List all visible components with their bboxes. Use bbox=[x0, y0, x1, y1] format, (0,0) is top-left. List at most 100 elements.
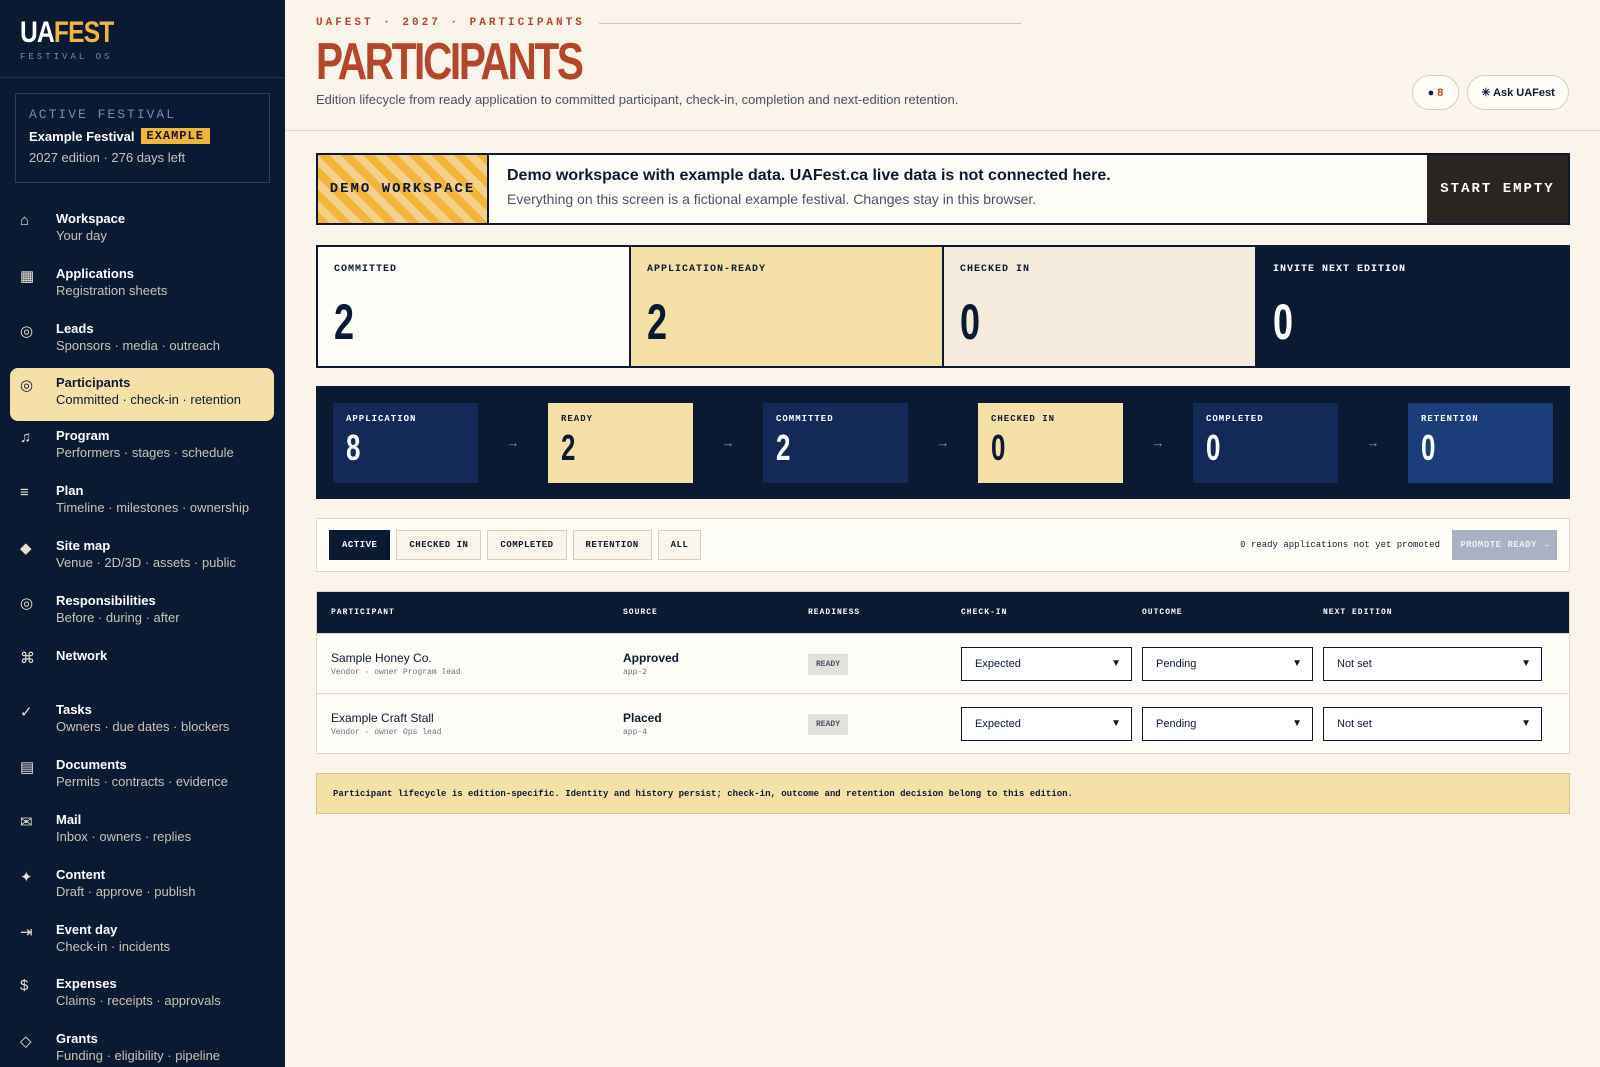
next-edition-select[interactable]: Not set ▼ bbox=[1323, 706, 1542, 741]
sidebar-item-sublabel: Draft · approve · publish bbox=[56, 883, 196, 899]
sidebar-item-site-map[interactable]: ◆ Site map Venue · 2D/3D · assets · public bbox=[10, 531, 274, 586]
sidebar-item-text: Mail Inbox · owners · replies bbox=[56, 811, 191, 860]
outcome-select[interactable]: Pending ▼ bbox=[1142, 706, 1313, 741]
sidebar-item-text: Network bbox=[56, 647, 107, 696]
sidebar-item-event-day[interactable]: ⇥ Event day Check-in · incidents bbox=[10, 915, 274, 970]
outcome-cell: Pending ▼ bbox=[1142, 646, 1323, 681]
stage-value: 8 bbox=[346, 426, 361, 468]
kpi-cards: COMMITTED 2 APPLICATION-READY 2 CHECKED IN 0 I… bbox=[316, 245, 1570, 368]
checkin-select[interactable]: Expected ▼ bbox=[961, 646, 1132, 681]
target-icon: ◎ bbox=[20, 322, 34, 340]
brand-logo[interactable]: UAFEST bbox=[20, 18, 114, 48]
demo-subtitle: Everything on this screen is a fictional… bbox=[507, 191, 1037, 207]
sidebar-item-grants[interactable]: ◇ Grants Funding · eligibility · pipeline bbox=[10, 1024, 274, 1067]
participant-meta: Vendor · owner Ops lead bbox=[331, 727, 442, 737]
filter-tab-retention[interactable]: RETENTION bbox=[572, 530, 652, 560]
sidebar-item-label: Content bbox=[56, 866, 106, 882]
readiness-cell: READY bbox=[808, 713, 961, 735]
table-row[interactable]: Example Craft Stall Vendor · owner Ops le… bbox=[317, 693, 1569, 753]
kpi-card-checked-in[interactable]: CHECKED IN 0 bbox=[944, 247, 1257, 366]
filter-tab-checked-in[interactable]: CHECKED IN bbox=[396, 530, 482, 560]
breadcrumb-divider bbox=[598, 22, 1021, 24]
sidebar-item-text: Workspace Your day bbox=[56, 210, 125, 259]
source-cell: Placed app-4 bbox=[623, 711, 808, 737]
source-status: Placed bbox=[623, 710, 662, 725]
table-row[interactable]: Sample Honey Co. Vendor · owner Program l… bbox=[317, 633, 1569, 693]
sidebar-item-label: Program bbox=[56, 428, 110, 444]
table-header: PARTICIPANT SOURCE READINESS CHECK-IN OUTCOM… bbox=[317, 592, 1569, 633]
kpi-card-invite-next-edition[interactable]: INVITE NEXT EDITION 0 bbox=[1257, 247, 1568, 366]
promote-ready-button[interactable]: PROMOTE READY → bbox=[1452, 530, 1557, 560]
sidebar-item-leads[interactable]: ◎ Leads Sponsors · media · outreach bbox=[10, 314, 274, 369]
arrow-right-icon: → bbox=[1366, 435, 1380, 450]
breadcrumb: UAFEST · 2027 · PARTICIPANTS bbox=[316, 17, 1021, 29]
participant-cell: Example Craft Stall Vendor · owner Ops le… bbox=[317, 711, 623, 737]
checkin-select-value: Expected bbox=[975, 717, 1021, 730]
target-icon: ◎ bbox=[20, 594, 34, 612]
column-header-next-edition[interactable]: NEXT EDITION bbox=[1323, 608, 1553, 617]
demo-text: Demo workspace with example data. UAFest… bbox=[489, 155, 1427, 223]
sidebar-item-sublabel: Claims · receipts · approvals bbox=[56, 993, 221, 1009]
sidebar-item-sublabel: Your day bbox=[56, 228, 107, 243]
outcome-cell: Pending ▼ bbox=[1142, 706, 1323, 741]
participant-cell: Sample Honey Co. Vendor · owner Program l… bbox=[317, 651, 623, 677]
next-edition-select[interactable]: Not set ▼ bbox=[1323, 646, 1542, 681]
sidebar-nav: ⌂ Workspace Your day ▦ Applications Registrat… bbox=[10, 204, 274, 1067]
start-empty-button[interactable]: START EMPTY bbox=[1427, 155, 1568, 223]
active-festival-label: ACTIVE FESTIVAL bbox=[29, 107, 177, 122]
kpi-card-application-ready[interactable]: APPLICATION-READY 2 bbox=[631, 247, 944, 366]
target-icon: ◎ bbox=[20, 377, 34, 395]
sidebar-item-text: Event day Check-in · incidents bbox=[56, 921, 170, 970]
sidebar-item-program[interactable]: ♫ Program Performers · stages · schedule bbox=[10, 421, 274, 476]
notifications-button[interactable]: ● 8 bbox=[1412, 75, 1459, 110]
demo-workspace-tag: DEMO WORKSPACE bbox=[318, 155, 489, 223]
page-header: UAFEST · 2027 · PARTICIPANTS PARTICIPANT… bbox=[285, 0, 1600, 131]
filter-tab-completed[interactable]: COMPLETED bbox=[487, 530, 567, 560]
sidebar-item-tasks[interactable]: ✓ Tasks Owners · due dates · blockers bbox=[10, 695, 274, 750]
pipeline-stage-committed[interactable]: COMMITTED 2 bbox=[763, 402, 908, 483]
participant-name[interactable]: Example Craft Stall bbox=[331, 711, 623, 725]
participant-name[interactable]: Sample Honey Co. bbox=[331, 651, 623, 665]
sidebar-item-content[interactable]: ✦ Content Draft · approve · publish bbox=[10, 860, 274, 915]
arrow-right-icon: → bbox=[506, 435, 520, 450]
brand-subtitle: FESTIVAL OS bbox=[20, 52, 113, 62]
ready-note: 0 ready applications not yet promoted bbox=[1240, 540, 1440, 550]
checkin-select[interactable]: Expected ▼ bbox=[961, 706, 1132, 741]
dollar-icon: $ bbox=[20, 977, 29, 995]
kpi-label: CHECKED IN bbox=[960, 264, 1031, 275]
column-header-participant[interactable]: PARTICIPANT bbox=[317, 608, 623, 617]
sparkle-icon: ✦ bbox=[20, 868, 33, 886]
pipeline-stage-ready[interactable]: READY 2 bbox=[548, 402, 693, 483]
sidebar-item-network[interactable]: ⌘ Network bbox=[10, 641, 274, 696]
column-header-source[interactable]: SOURCE bbox=[623, 608, 808, 617]
column-header-outcome[interactable]: OUTCOME bbox=[1142, 608, 1323, 617]
ask-uafest-button[interactable]: ✳ Ask UAFest bbox=[1467, 75, 1569, 110]
sidebar-item-responsibilities[interactable]: ◎ Responsibilities Before · during · after bbox=[10, 586, 274, 641]
column-header-check-in[interactable]: CHECK-IN bbox=[961, 608, 1142, 617]
sidebar-item-plan[interactable]: ≡ Plan Timeline · milestones · ownership bbox=[10, 476, 274, 531]
source-id: app-2 bbox=[623, 667, 648, 677]
sidebar-item-applications[interactable]: ▦ Applications Registration sheets bbox=[10, 259, 274, 314]
enter-icon: ⇥ bbox=[20, 923, 33, 941]
sidebar-item-workspace[interactable]: ⌂ Workspace Your day bbox=[10, 204, 274, 259]
sidebar-item-label: Workspace bbox=[56, 211, 126, 226]
sidebar-item-participants[interactable]: ◎ Participants Committed · check-in · rete… bbox=[10, 368, 274, 422]
pipeline-stage-retention[interactable]: RETENTION 0 bbox=[1408, 402, 1553, 483]
arrow-right-icon: → bbox=[1151, 435, 1165, 450]
filter-tab-all[interactable]: ALL bbox=[657, 530, 702, 560]
sidebar-item-expenses[interactable]: $ Expenses Claims · receipts · approvals bbox=[10, 969, 274, 1024]
sidebar-item-label: Expenses bbox=[56, 976, 117, 992]
sidebar-item-documents[interactable]: ▤ Documents Permits · contracts · evidence bbox=[10, 750, 274, 805]
active-festival-card[interactable]: ACTIVE FESTIVAL Example Festival EXAMPLE… bbox=[15, 93, 270, 183]
pipeline-stage-checked-in[interactable]: CHECKED IN 0 bbox=[978, 402, 1123, 483]
checkin-select-value: Expected bbox=[975, 657, 1021, 670]
kpi-card-committed[interactable]: COMMITTED 2 bbox=[318, 247, 631, 366]
pipeline-stage-application[interactable]: APPLICATION 8 bbox=[333, 402, 478, 483]
sidebar-item-mail[interactable]: ✉ Mail Inbox · owners · replies bbox=[10, 805, 274, 860]
outcome-select[interactable]: Pending ▼ bbox=[1142, 646, 1313, 681]
sidebar: UAFEST FESTIVAL OS ACTIVE FESTIVAL Examp… bbox=[0, 0, 285, 1067]
sidebar-item-sublabel: Venue · 2D/3D · assets · public bbox=[56, 554, 236, 570]
column-header-readiness[interactable]: READINESS bbox=[808, 608, 961, 617]
pipeline-stage-completed[interactable]: COMPLETED 0 bbox=[1193, 402, 1338, 483]
filter-tab-active[interactable]: ACTIVE bbox=[329, 530, 391, 560]
